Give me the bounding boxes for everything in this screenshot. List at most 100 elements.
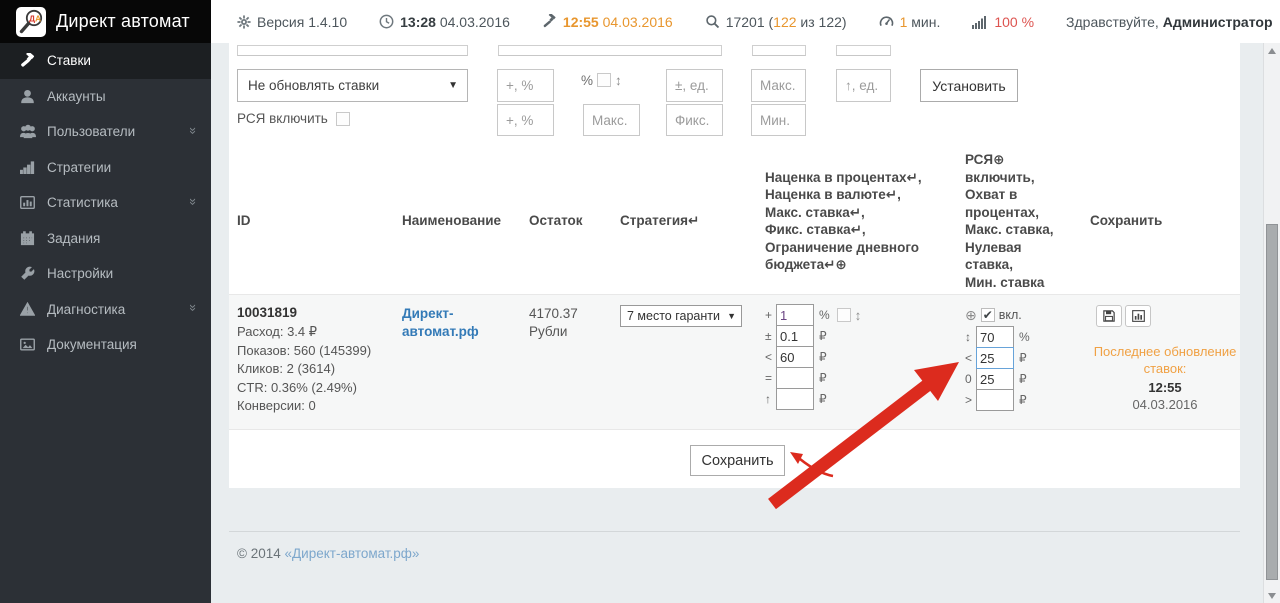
clipped-input-2[interactable] <box>498 45 722 56</box>
save-button[interactable]: Сохранить <box>690 445 785 476</box>
sidebar-item-label: Аккаунты <box>47 89 106 104</box>
sidebar-item-zadaniya[interactable]: Задания <box>0 221 211 257</box>
rsya-zero-bid-row-input[interactable] <box>976 368 1014 390</box>
top-status-bar: Версия 1.4.10 13:28 04.03.2016 12:55 04.… <box>211 0 1280 43</box>
last-bid-update-status: 12:55 04.03.2016 <box>542 14 673 30</box>
rsya-prefix: < <box>965 351 976 365</box>
max-bid-row-input[interactable] <box>776 346 814 368</box>
bid-prefix: = <box>765 371 776 385</box>
rsya-min-bid-row-input[interactable] <box>976 389 1014 411</box>
bid-suffix: ₽ <box>819 350 827 364</box>
vertical-scrollbar[interactable] <box>1263 43 1280 603</box>
bar-chart-icon <box>1132 310 1145 322</box>
percent-mode-checkbox[interactable] <box>597 73 611 87</box>
markup-inputs-cell: + % ↕ ± ₽ < ₽ = <box>765 305 965 410</box>
sidebar-item-stavki[interactable]: Ставки <box>0 43 211 79</box>
daily-budget-input[interactable] <box>836 69 891 102</box>
chevron-expand-icon: » <box>186 198 201 205</box>
footer-divider <box>229 531 1240 532</box>
rsya-prefix: 0 <box>965 372 976 386</box>
last-update-block: Последнее обновление ставок: 12:55 04.03… <box>1090 343 1240 413</box>
clock-icon <box>379 14 394 29</box>
signal-bars-icon <box>19 160 36 174</box>
rsya-coverage-row-input[interactable] <box>976 326 1014 348</box>
sidebar-item-dokumentaciya[interactable]: Документация <box>0 327 211 363</box>
sidebar-item-label: Диагностика <box>47 302 125 317</box>
bid-prefix: + <box>765 308 776 322</box>
rsya-suffix: ₽ <box>1019 372 1027 386</box>
rsya-enable-label: РСЯ включить <box>237 111 328 126</box>
bid-prefix: < <box>765 350 776 364</box>
campaign-row: 10031819 Расход: 3.4 ₽ Показов: 560 (145… <box>229 295 1240 430</box>
sidebar-item-label: Задания <box>47 231 100 246</box>
row-stats-icon-button[interactable] <box>1125 305 1151 327</box>
balance-value: 4170.37 <box>529 305 620 323</box>
scrollbar-thumb[interactable] <box>1266 224 1278 580</box>
last-update-time: 12:55 <box>1090 379 1240 396</box>
save-row-icon-button[interactable] <box>1096 305 1122 327</box>
rsya-suffix: ₽ <box>1019 393 1027 407</box>
svg-text:А: А <box>35 13 41 23</box>
campaign-name-link[interactable]: Директ-автомат.рф <box>402 305 494 341</box>
user-menu[interactable]: Здравствуйте, Администратор ∨ <box>1066 14 1280 30</box>
bid-update-mode-select[interactable]: Не обновлять ставки ▼ <box>237 69 468 102</box>
rsya-enable-group: РСЯ включить <box>237 111 350 126</box>
footer-site-link[interactable]: «Директ-автомат.рф» <box>285 546 420 561</box>
percent-label: % <box>581 73 593 88</box>
set-button[interactable]: Установить <box>920 69 1018 102</box>
clipped-input-3[interactable] <box>752 45 806 56</box>
bid-prefix: ↑ <box>765 392 776 406</box>
sidebar-item-label: Настройки <box>47 266 113 281</box>
app-logo[interactable]: Д А Директ автомат <box>0 0 211 43</box>
gauge-icon <box>879 14 894 29</box>
max-bid-input[interactable] <box>751 69 806 102</box>
rsya-enable-checkbox[interactable] <box>336 112 350 126</box>
row-percent-mode-checkbox[interactable] <box>837 308 851 322</box>
bid-update-date: 04.03.2016 <box>603 14 673 30</box>
bid-update-mode-value: Не обновлять ставки <box>248 78 379 93</box>
bid-suffix: ₽ <box>819 392 827 406</box>
daily-budget-row-input[interactable] <box>776 388 814 410</box>
col-header-balance: Остаток <box>529 212 620 230</box>
rsya-fixed-bid-input[interactable] <box>666 104 723 136</box>
strategy-select[interactable]: 7 место гаранти ▼ <box>620 305 742 327</box>
sidebar-item-strategii[interactable]: Стратегии <box>0 150 211 186</box>
gavel-icon <box>19 53 36 68</box>
rsya-max-bid-row-input[interactable] <box>976 347 1014 369</box>
scrollbar-down-arrow[interactable] <box>1264 588 1280 603</box>
stat-impressions: Показов: 560 (145399) <box>237 342 402 361</box>
rsya-coverage-input[interactable] <box>497 104 554 136</box>
sidebar-item-polzovateli[interactable]: Пользователи » <box>0 114 211 150</box>
rsya-suffix: ₽ <box>1019 351 1027 365</box>
markup-currency-row-input[interactable] <box>776 325 814 347</box>
clipped-input-4[interactable] <box>836 45 891 56</box>
last-update-label: Последнее обновление ставок: <box>1090 343 1240 377</box>
sidebar-item-statistika[interactable]: Статистика » <box>0 185 211 221</box>
chevron-expand-icon: » <box>186 304 201 311</box>
chevron-expand-icon: » <box>186 127 201 134</box>
rsya-on-checkbox[interactable]: ✔ <box>981 308 995 322</box>
version-status: Версия 1.4.10 <box>237 14 347 30</box>
clipped-input-1[interactable] <box>237 45 468 56</box>
sidebar-item-diagnostika[interactable]: Диагностика » <box>0 292 211 328</box>
server-date-value: 04.03.2016 <box>440 14 510 30</box>
rsya-min-bid-input[interactable] <box>751 104 806 136</box>
percent-mode-group: % ↕ <box>581 73 622 88</box>
campaign-id: 10031819 <box>237 305 402 320</box>
fixed-bid-row-input[interactable] <box>776 367 814 389</box>
select-arrow-icon: ▼ <box>448 80 458 91</box>
save-cell: Последнее обновление ставок: 12:55 04.03… <box>1090 305 1240 413</box>
markup-percent-input[interactable] <box>497 69 554 102</box>
scrollbar-up-arrow[interactable] <box>1264 43 1280 58</box>
app-title: Директ автомат <box>56 11 190 32</box>
sidebar-item-akkaunty[interactable]: Аккаунты <box>0 79 211 115</box>
username: Администратор <box>1163 14 1273 30</box>
sidebar-item-nastroyki[interactable]: Настройки <box>0 256 211 292</box>
stat-clicks: Кликов: 2 (3614) <box>237 360 402 379</box>
rsya-max-bid-input[interactable] <box>583 104 640 136</box>
campaign-id-cell: 10031819 Расход: 3.4 ₽ Показов: 560 (145… <box>237 305 402 416</box>
markup-currency-input[interactable] <box>666 69 723 102</box>
magnifier-icon <box>705 14 720 29</box>
col-header-save: Сохранить <box>1090 212 1240 230</box>
markup-percent-row-input[interactable] <box>776 304 814 326</box>
